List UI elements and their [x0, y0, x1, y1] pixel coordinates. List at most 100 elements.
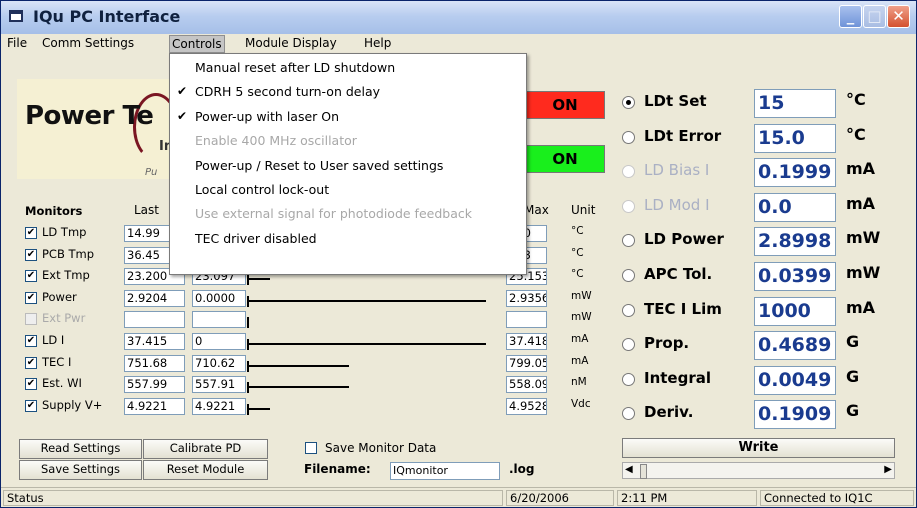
monitor-current-value — [192, 311, 246, 329]
controls-dropdown-menu: Manual reset after LD shutdown ✔ CDRH 5 se… — [169, 53, 527, 275]
controls-menu-item[interactable]: Local control lock-out — [195, 182, 329, 197]
monitor-max-value: 2.9356 — [506, 289, 547, 307]
setting-value-input[interactable]: 0.0399 — [754, 262, 836, 291]
controls-menu-item[interactable]: ✔ Power-up with laser On — [177, 108, 340, 124]
controls-menu-item-label: TEC driver disabled — [195, 230, 317, 246]
menu-comm-settings[interactable]: Comm Settings — [42, 36, 134, 50]
setting-value-input[interactable]: 0.1999 — [754, 158, 836, 188]
close-button[interactable]: ✕ — [887, 5, 910, 28]
col-last-header: Last — [134, 203, 159, 217]
monitor-current-value: 710.62 — [192, 354, 246, 372]
scroll-thumb[interactable] — [640, 464, 647, 479]
save-settings-button[interactable]: Save Settings — [19, 460, 142, 480]
setting-radio[interactable] — [622, 269, 635, 282]
laser-status-indicator: ON — [525, 91, 605, 119]
gauge-level-bar — [247, 278, 270, 281]
setting-radio[interactable] — [622, 372, 635, 386]
menu-bar: File Comm Settings Controls Module Displ… — [1, 34, 916, 54]
menu-controls[interactable]: Controls — [169, 35, 225, 53]
maximize-button[interactable]: □ — [863, 5, 886, 28]
monitor-unit: °C — [571, 246, 584, 259]
status-connection: Connected to IQ1C — [760, 490, 914, 506]
monitor-current-value: 0.0000 — [192, 289, 246, 307]
calibrate-pd-button[interactable]: Calibrate PD — [143, 439, 268, 459]
monitor-checkbox[interactable]: ✔ — [25, 227, 37, 239]
gauge-level-bar — [247, 343, 486, 345]
setting-value-input[interactable]: 0.0049 — [754, 365, 836, 395]
menu-help[interactable]: Help — [364, 36, 391, 50]
monitor-name: Ext Tmp — [42, 268, 90, 283]
monitor-checkbox[interactable]: ✔ — [25, 378, 37, 391]
controls-menu-item[interactable]: Manual reset after LD shutdown — [195, 60, 395, 75]
setting-label: LDt Error — [644, 126, 722, 145]
save-monitor-data-checkbox[interactable] — [305, 442, 317, 454]
setting-unit: mA — [846, 297, 876, 317]
minimize-button[interactable]: _ — [839, 5, 862, 28]
controls-menu-item: Use external signal for photodiode feedb… — [195, 206, 472, 221]
setting-radio[interactable] — [622, 338, 635, 352]
controls-menu-item-label: Power-up with laser On — [195, 108, 340, 124]
controls-menu-item[interactable]: ✔ CDRH 5 second turn-on delay — [177, 84, 380, 100]
write-button[interactable]: Write — [622, 438, 895, 458]
setting-label: Integral — [644, 368, 712, 387]
monitor-checkbox[interactable]: ✔ — [25, 356, 37, 369]
monitor-checkbox — [25, 313, 37, 326]
reset-module-button[interactable]: Reset Module — [143, 460, 268, 480]
monitor-last-value: 557.99 — [124, 376, 185, 394]
monitor-last-value: 4.9221 — [124, 397, 185, 415]
monitor-max-value: 37.418 — [506, 333, 547, 350]
setting-label: LD Bias I — [644, 161, 710, 180]
controls-menu-item[interactable]: TEC driver disabled — [195, 231, 317, 246]
title-bar[interactable]: IQu PC Interface _ □ ✕ — [1, 1, 916, 35]
setting-value-input[interactable]: 15.0 — [754, 123, 836, 153]
monitor-checkbox[interactable]: ✔ — [25, 270, 37, 283]
gauge-level-bar — [247, 299, 486, 302]
setting-radio[interactable] — [622, 407, 635, 421]
menu-module-display[interactable]: Module Display — [245, 36, 337, 50]
setting-value-input[interactable]: 2.8998 — [754, 227, 836, 257]
setting-value-input[interactable]: 0.1909 — [754, 400, 836, 430]
monitor-checkbox[interactable]: ✔ — [25, 335, 37, 347]
controls-menu-item[interactable]: Power-up / Reset to User saved settings — [195, 158, 443, 173]
menu-file[interactable]: File — [7, 36, 27, 50]
monitor-level-gauge — [247, 289, 505, 307]
monitors-header: Monitors — [25, 204, 83, 218]
setting-value-input[interactable]: 15 — [754, 89, 836, 118]
monitor-name: Power — [42, 289, 77, 304]
monitor-level-gauge — [247, 311, 505, 329]
monitor-checkbox[interactable]: ✔ — [25, 399, 37, 412]
controls-menu-item-label: Power-up / Reset to User saved settings — [195, 157, 444, 173]
checkmark-icon: ✔ — [177, 84, 188, 99]
controls-menu-item-label: CDRH 5 second turn-on delay — [195, 84, 380, 100]
setting-radio[interactable] — [622, 96, 635, 109]
monitor-unit: °C — [571, 225, 584, 237]
controls-menu-item-label: Local control lock-out — [195, 182, 330, 197]
window-title: IQu PC Interface — [33, 7, 181, 26]
monitor-name: LD Tmp — [42, 225, 87, 239]
logo-text: Power Te — [25, 101, 154, 131]
controls-menu-item-label: Manual reset after LD shutdown — [195, 60, 396, 75]
setting-radio[interactable] — [622, 303, 635, 317]
read-settings-button[interactable]: Read Settings — [19, 439, 142, 459]
setting-value-input[interactable]: 1000 — [754, 296, 836, 326]
controls-menu-item-label: Use external signal for photodiode feedb… — [195, 206, 472, 222]
horizontal-scrollbar[interactable]: ◀ ▶ — [622, 462, 895, 479]
gauge-level-bar — [247, 364, 349, 367]
monitor-name: LD I — [42, 333, 65, 347]
filename-input[interactable]: IQmonitor — [390, 462, 500, 480]
setting-unit: mA — [846, 193, 876, 213]
checkmark-icon: ✔ — [177, 108, 188, 123]
monitor-name: Supply V+ — [42, 397, 103, 412]
scroll-left-arrow-icon[interactable]: ◀ — [625, 464, 633, 475]
scroll-right-arrow-icon[interactable]: ▶ — [884, 464, 892, 475]
monitor-checkbox[interactable]: ✔ — [25, 291, 37, 304]
setting-value-input[interactable]: 0.4689 — [754, 331, 836, 361]
setting-radio[interactable] — [622, 130, 635, 144]
monitor-unit: °C — [571, 268, 584, 281]
status-time: 2:11 PM — [617, 490, 757, 506]
setting-value-input[interactable]: 0.0 — [754, 192, 836, 222]
monitor-checkbox[interactable]: ✔ — [25, 248, 37, 261]
monitor-max-value: 558.09 — [506, 376, 547, 394]
setting-radio[interactable] — [622, 234, 635, 248]
monitor-name: PCB Tmp — [42, 246, 95, 261]
